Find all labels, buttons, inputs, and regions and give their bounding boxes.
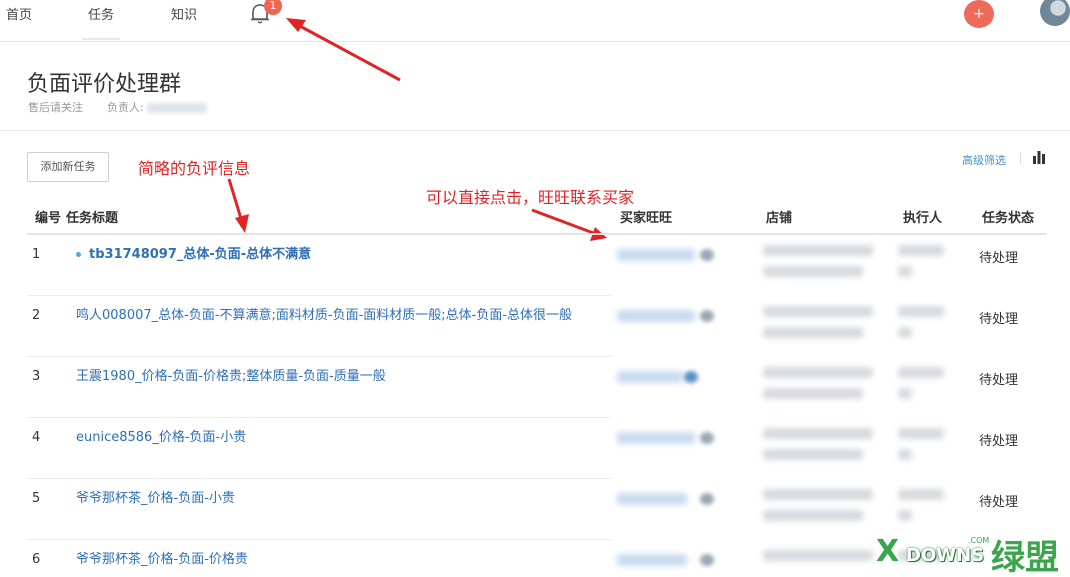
col-header-status: 任务状态 [982, 211, 1035, 226]
shop-name-blurred [763, 245, 875, 301]
task-title-link[interactable]: 王震1980_价格-负面-价格贵;整体质量-负面-质量一般 [76, 367, 601, 387]
arrow-to-title [227, 178, 249, 233]
row-divider [27, 356, 612, 357]
task-title-link[interactable]: eunice8586_价格-负面-小贵 [76, 428, 601, 448]
watermark-downs: DOWNS [906, 545, 985, 566]
shop-name-blurred [763, 306, 875, 362]
shop-name-blurred [763, 367, 875, 423]
shop-name-blurred [763, 550, 875, 570]
col-header-title: 任务标题 [66, 211, 119, 226]
task-status: 待处理 [979, 434, 1019, 449]
shop-name-blurred [763, 428, 875, 484]
row-number: 3 [32, 369, 41, 384]
row-divider [27, 478, 612, 479]
buyer-name-blurred[interactable] [617, 432, 695, 444]
wangwang-chat-icon[interactable] [700, 249, 714, 261]
buyer-name-blurred[interactable] [617, 371, 683, 383]
unread-dot [76, 252, 81, 257]
buyer-name-blurred[interactable] [617, 249, 695, 261]
executor-blurred [898, 367, 946, 423]
watermark-cn: 绿盟 [991, 538, 1059, 577]
row-number: 5 [32, 491, 41, 506]
arrow-to-buyer [531, 208, 607, 241]
table-header-divider [27, 233, 1047, 235]
task-title-text: tb31748097_总体-负面-总体不满意 [89, 247, 312, 262]
task-title-link[interactable]: 爷爷那杯茶_价格-负面-价格贵 [76, 550, 601, 570]
row-number: 1 [32, 247, 41, 262]
wangwang-chat-icon[interactable] [700, 493, 714, 505]
task-status: 待处理 [979, 495, 1019, 510]
wangwang-chat-icon[interactable] [684, 371, 698, 383]
col-header-number: 编号 [35, 211, 62, 226]
row-divider [27, 295, 612, 296]
task-status: 待处理 [979, 312, 1019, 327]
annotation-wangwang: 可以直接点击，旺旺联系买家 [426, 188, 635, 207]
executor-blurred [898, 428, 946, 484]
annotation-brief-info: 简略的负评信息 [138, 159, 251, 178]
task-status: 待处理 [979, 373, 1019, 388]
watermark-x: X [876, 534, 900, 569]
buyer-name-blurred[interactable] [617, 493, 687, 505]
shop-name-blurred [763, 489, 875, 545]
row-divider [27, 539, 612, 540]
row-number: 4 [32, 430, 41, 445]
row-number: 6 [32, 552, 41, 567]
task-status: 待处理 [979, 251, 1019, 266]
col-header-buyer: 买家旺旺 [620, 211, 673, 226]
executor-blurred [898, 306, 946, 362]
buyer-name-blurred[interactable] [617, 310, 695, 322]
task-title-link[interactable]: tb31748097_总体-负面-总体不满意 [76, 245, 601, 265]
row-number: 2 [32, 308, 41, 323]
buyer-name-blurred[interactable] [617, 554, 687, 566]
arrow-to-bell [286, 18, 401, 82]
col-header-executor: 执行人 [903, 211, 943, 226]
watermark-com: .COM [968, 536, 990, 545]
executor-blurred [898, 245, 946, 301]
col-header-shop: 店铺 [766, 211, 793, 226]
task-title-link[interactable]: 爷爷那杯茶_价格-负面-小贵 [76, 489, 601, 509]
wangwang-chat-icon[interactable] [700, 554, 714, 566]
wangwang-chat-icon[interactable] [700, 310, 714, 322]
site-watermark-logo: X DOWNS .COM 绿盟 [876, 530, 1070, 577]
wangwang-chat-icon[interactable] [700, 432, 714, 444]
task-title-link[interactable]: 鸣人008007_总体-负面-不算满意;面料材质-负面-面料材质一般;总体-负面… [76, 306, 601, 326]
row-divider [27, 417, 612, 418]
